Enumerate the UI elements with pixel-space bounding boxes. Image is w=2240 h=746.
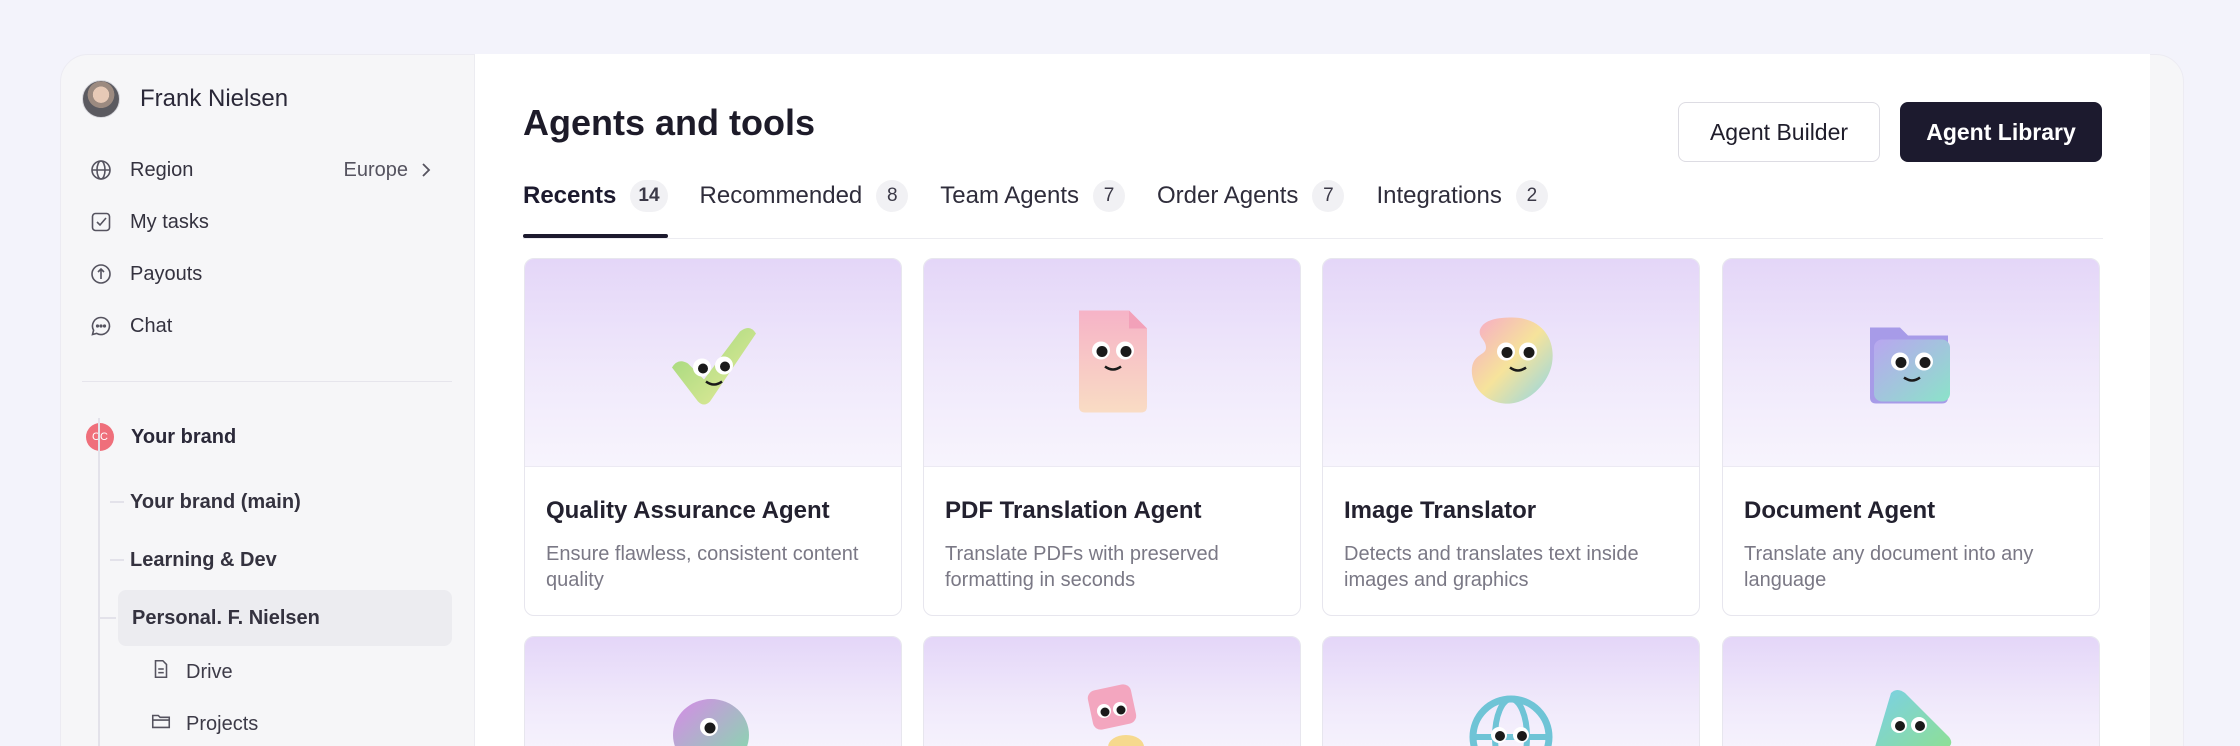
brand-label: Your brand: [131, 425, 237, 448]
sidebar-item-chat[interactable]: Chat: [88, 306, 448, 346]
tab-count: 14: [630, 180, 668, 212]
file-icon: [150, 658, 172, 686]
tab-count: 2: [1515, 180, 1548, 212]
agent-card-pdf-translation[interactable]: PDF Translation Agent Translate PDFs wit…: [923, 258, 1301, 616]
tab-label: Recents: [523, 182, 617, 209]
tab-label: Team Agents: [940, 182, 1080, 209]
globe-icon: [88, 157, 114, 183]
card-hero: [525, 637, 901, 746]
tab-count: 7: [1093, 180, 1126, 212]
card-description: Ensure flawless, consistent content qual…: [546, 543, 859, 591]
tab-count: 8: [876, 180, 909, 212]
brand-row[interactable]: CC Your brand: [86, 423, 236, 451]
brand-badge: CC: [86, 423, 114, 451]
agent-builder-button[interactable]: Agent Builder: [1678, 102, 1880, 162]
agent-card[interactable]: [524, 636, 902, 746]
tab-label: Order Agents: [1157, 182, 1299, 209]
tree-item-personal[interactable]: Personal. F. Nielsen: [118, 590, 452, 646]
checkmark-mascot-icon: [658, 305, 768, 420]
sub-item-label: Projects: [186, 712, 259, 735]
page-title: Agents and tools: [523, 102, 816, 143]
card-description: Detects and translates text inside image…: [1344, 543, 1639, 591]
globe-mascot-icon: [1469, 695, 1553, 746]
sidebar-item-label: My tasks: [130, 210, 209, 233]
sidebar-item-label: Chat: [130, 314, 173, 337]
chat-icon: [88, 313, 114, 339]
sidebar-item-label: Region: [130, 158, 194, 181]
sidebar-item-my-tasks[interactable]: My tasks: [88, 202, 448, 242]
tab-bar: Recents 14 Recommended 8 Team Agents 7 O…: [523, 180, 1580, 238]
sub-item-label: Drive: [186, 660, 233, 683]
tab-team-agents[interactable]: Team Agents 7: [940, 180, 1126, 238]
tab-count: 7: [1312, 180, 1345, 212]
folder-icon: [150, 710, 172, 738]
card-hero: [1723, 259, 2099, 467]
card-title: Document Agent: [1744, 497, 1936, 524]
triangle-mascot-icon: [1875, 690, 1952, 746]
sidebar-item-region[interactable]: Region Europe: [88, 150, 448, 190]
agent-card[interactable]: [1322, 636, 1700, 746]
card-hero: [924, 637, 1300, 746]
folder-mascot-icon: [1856, 305, 1966, 420]
chevron-right-icon: [416, 158, 436, 188]
sub-item-projects[interactable]: Projects: [150, 704, 258, 744]
palette-mascot-icon: [1456, 305, 1566, 420]
card-hero: [1323, 637, 1699, 746]
card-description: Translate any document into any language: [1744, 543, 2034, 591]
card-title: Quality Assurance Agent: [546, 497, 830, 524]
tree-item-your-brand-main[interactable]: Your brand (main): [70, 474, 382, 530]
card-hero: [1323, 259, 1699, 467]
agent-card-image-translator[interactable]: Image Translator Detects and translates …: [1322, 258, 1700, 616]
sidebar-item-label: Payouts: [130, 262, 203, 285]
tabs-divider: [523, 238, 2103, 239]
tab-recommended[interactable]: Recommended 8: [699, 180, 909, 238]
blob-mascot-icon: [673, 699, 749, 746]
tree-item-label: Learning & Dev: [130, 548, 277, 571]
card-title: PDF Translation Agent: [945, 497, 1202, 524]
agent-card[interactable]: [1722, 636, 2100, 746]
card-description: Translate PDFs with preserved formatting…: [945, 543, 1219, 591]
region-value: Europe: [343, 158, 409, 181]
tab-order-agents[interactable]: Order Agents 7: [1157, 180, 1345, 238]
user-profile[interactable]: Frank Nielsen: [82, 80, 288, 118]
card-hero: [525, 259, 901, 467]
sidebar-divider: [82, 381, 452, 382]
sidebar-item-payouts[interactable]: Payouts: [88, 254, 448, 294]
cube-mascot-icon: [1087, 684, 1144, 746]
tab-label: Integrations: [1376, 182, 1502, 209]
sub-item-drive[interactable]: Drive: [150, 652, 233, 692]
card-hero: [924, 259, 1300, 467]
payout-icon: [88, 261, 114, 287]
tab-recents[interactable]: Recents 14: [523, 180, 668, 238]
tree-item-label: Your brand (main): [130, 490, 301, 513]
agent-card[interactable]: [923, 636, 1301, 746]
tree-item-label: Personal. F. Nielsen: [132, 606, 320, 629]
tree-connector: [110, 501, 124, 503]
card-title: Image Translator: [1344, 497, 1537, 524]
avatar: [82, 80, 120, 118]
tree-connector: [110, 559, 124, 561]
agent-card-document[interactable]: Document Agent Translate any document in…: [1722, 258, 2100, 616]
tab-label: Recommended: [699, 182, 863, 209]
tree-connector: [100, 617, 116, 619]
tab-integrations[interactable]: Integrations 2: [1376, 180, 1548, 238]
agent-library-button[interactable]: Agent Library: [1900, 102, 2102, 162]
checkbox-icon: [88, 209, 114, 235]
card-hero: [1723, 637, 2099, 746]
tree-item-learning-dev[interactable]: Learning & Dev: [70, 532, 382, 588]
agent-card-quality-assurance[interactable]: Quality Assurance Agent Ensure flawless,…: [524, 258, 902, 616]
user-name: Frank Nielsen: [140, 85, 289, 112]
document-mascot-icon: [1057, 300, 1167, 425]
